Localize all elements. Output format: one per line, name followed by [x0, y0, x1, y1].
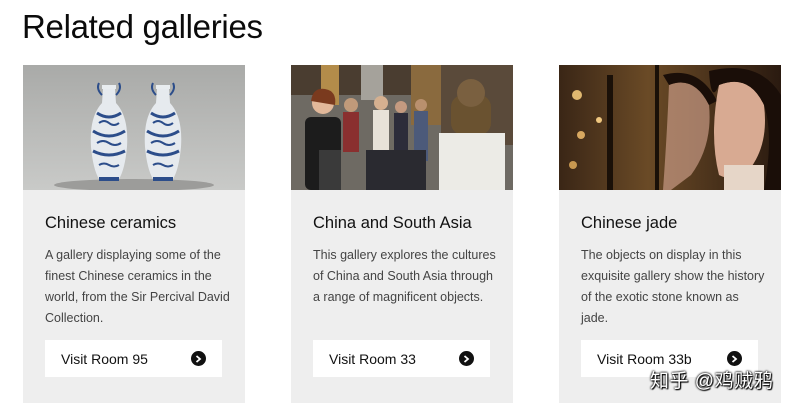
- visit-button-label: Visit Room 95: [61, 350, 148, 367]
- gallery-card-chinese-jade: Chinese jade The objects on display in t…: [559, 65, 781, 403]
- related-galleries-list: Chinese ceramics A gallery displaying so…: [0, 0, 800, 413]
- gallery-title[interactable]: Chinese jade: [581, 214, 677, 233]
- gallery-image-ceramics[interactable]: [23, 65, 245, 190]
- gallery-card-chinese-ceramics: Chinese ceramics A gallery displaying so…: [23, 65, 245, 403]
- gallery-title[interactable]: Chinese ceramics: [45, 214, 176, 233]
- arrow-right-circle-icon: [191, 351, 206, 366]
- visit-button-label: Visit Room 33: [329, 350, 416, 367]
- gallery-card-china-south-asia: China and South Asia This gallery explor…: [291, 65, 513, 403]
- arrow-right-circle-icon: [459, 351, 474, 366]
- gallery-image-jade[interactable]: [559, 65, 781, 190]
- gallery-description: A gallery displaying some of the finest …: [45, 248, 230, 325]
- watermark: 知乎 @鸡贼鸦: [650, 371, 774, 392]
- visit-room-33-button[interactable]: Visit Room 33: [313, 340, 490, 377]
- visit-button-label: Visit Room 33b: [597, 350, 692, 367]
- gallery-title[interactable]: China and South Asia: [313, 214, 472, 233]
- gallery-description: This gallery explores the cultures of Ch…: [313, 248, 496, 304]
- visit-room-95-button[interactable]: Visit Room 95: [45, 340, 222, 377]
- gallery-description: The objects on display in this exquisite…: [581, 248, 765, 325]
- gallery-image-visitors[interactable]: [291, 65, 513, 190]
- arrow-right-circle-icon: [727, 351, 742, 366]
